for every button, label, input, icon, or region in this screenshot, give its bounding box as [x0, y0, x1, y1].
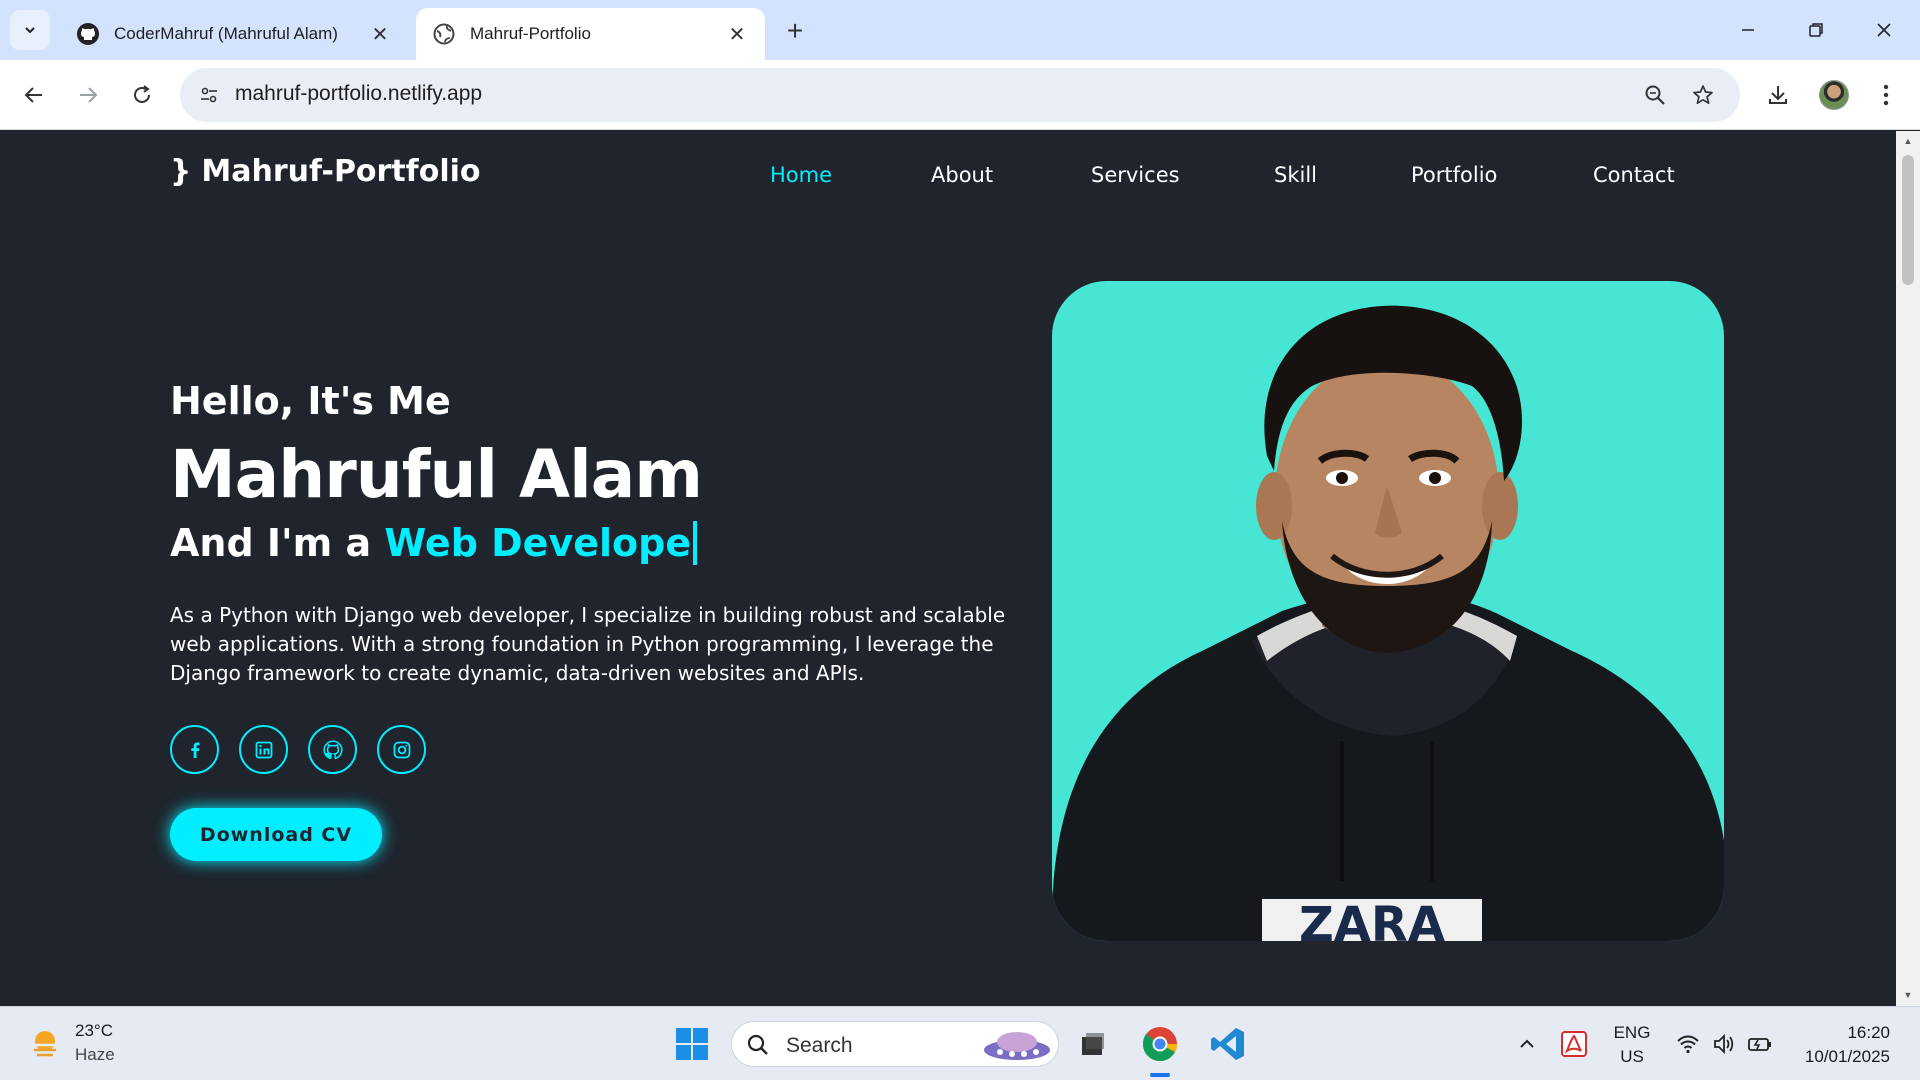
- haze-sun-icon: [32, 1031, 58, 1057]
- nav-about[interactable]: About: [931, 163, 993, 187]
- profile-avatar[interactable]: [1814, 75, 1854, 115]
- role-typed-text: Web Develope: [384, 521, 698, 565]
- hero-role: And I'm a Web Develope: [170, 521, 698, 565]
- weather-desc: Haze: [75, 1045, 115, 1064]
- download-icon[interactable]: [1758, 75, 1798, 115]
- taskbar-search[interactable]: Search: [731, 1021, 1059, 1067]
- hero-description: As a Python with Django web developer, I…: [170, 603, 1006, 685]
- lang-top[interactable]: ENG: [1612, 1023, 1652, 1043]
- search-icon: [747, 1034, 768, 1055]
- new-tab-button[interactable]: +: [778, 14, 812, 48]
- profile-photo: ZARA: [1052, 281, 1724, 941]
- back-icon[interactable]: [14, 75, 54, 115]
- nav-contact[interactable]: Contact: [1593, 163, 1675, 187]
- nav-home[interactable]: Home: [770, 163, 832, 187]
- shirt-logo: ZARA: [1299, 897, 1445, 941]
- start-windows-icon[interactable]: [670, 1022, 714, 1066]
- task-view-icon[interactable]: [1070, 1022, 1114, 1066]
- vscode-taskbar-icon[interactable]: [1206, 1022, 1250, 1066]
- close-icon[interactable]: ✕: [725, 22, 749, 46]
- search-label: Search: [786, 1034, 853, 1057]
- globe-icon: [432, 22, 456, 46]
- tab-title: Mahruf-Portfolio: [470, 24, 591, 43]
- forward-icon[interactable]: [68, 75, 108, 115]
- avatar: [1819, 80, 1849, 110]
- reload-icon[interactable]: [122, 75, 162, 115]
- minimize-icon[interactable]: [1726, 10, 1770, 50]
- github-icon: [76, 22, 100, 46]
- hero-greeting: Hello, It's Me: [170, 379, 451, 423]
- portfolio-page: } Mahruf-Portfolio Home About Services Sk…: [0, 131, 1896, 1006]
- close-icon[interactable]: ✕: [368, 22, 392, 46]
- chrome-taskbar-icon[interactable]: [1138, 1022, 1182, 1066]
- site-logo[interactable]: } Mahruf-Portfolio: [170, 154, 481, 189]
- clock-time[interactable]: 16:20: [1800, 1023, 1890, 1043]
- logo-text: Mahruf-Portfolio: [201, 154, 481, 189]
- zoom-icon[interactable]: [1640, 80, 1670, 110]
- browser-toolbar: mahruf-portfolio.netlify.app: [0, 60, 1920, 130]
- url-text: mahruf-portfolio.netlify.app: [235, 82, 483, 105]
- nav-skill[interactable]: Skill: [1274, 163, 1317, 187]
- battery-icon[interactable]: [1738, 1022, 1782, 1066]
- scroll-up-icon[interactable]: ▲: [1902, 135, 1914, 147]
- tab-title: CoderMahruf (Mahruful Alam): [114, 24, 338, 43]
- lang-bottom[interactable]: US: [1612, 1047, 1652, 1067]
- download-cv-button[interactable]: Download CV: [170, 808, 382, 861]
- chevron-down-icon: [25, 27, 35, 34]
- menu-kebab-icon[interactable]: [1866, 75, 1906, 115]
- browser-tab-bar: CoderMahruf (Mahruful Alam) ✕ Mahruf-Por…: [0, 0, 1920, 60]
- tab-search-button[interactable]: [10, 10, 50, 50]
- scrollbar-thumb[interactable]: [1902, 155, 1914, 285]
- address-bar[interactable]: mahruf-portfolio.netlify.app: [180, 68, 1740, 122]
- windows-taskbar: 23°C Haze Search ENG US 16:20 10/01/2025: [0, 1006, 1920, 1080]
- site-settings-icon[interactable]: [194, 80, 224, 110]
- role-prefix: And I'm a: [170, 521, 372, 565]
- facebook-icon[interactable]: [170, 725, 219, 774]
- nav-portfolio[interactable]: Portfolio: [1411, 163, 1497, 187]
- linkedin-icon[interactable]: [239, 725, 288, 774]
- close-window-icon[interactable]: [1862, 10, 1906, 50]
- instagram-icon[interactable]: [377, 725, 426, 774]
- tab-github[interactable]: CoderMahruf (Mahruful Alam) ✕: [60, 8, 408, 60]
- page-scrollbar[interactable]: ▲ ▼: [1896, 131, 1920, 1006]
- bookmark-star-icon[interactable]: [1688, 80, 1718, 110]
- scroll-down-icon[interactable]: ▼: [1902, 989, 1914, 1001]
- search-highlight-art: [984, 1032, 1050, 1060]
- chrome-active-indicator: [1150, 1073, 1170, 1077]
- logo-brace: }: [170, 154, 192, 189]
- hero-name: Mahruful Alam: [170, 436, 703, 513]
- clock-date[interactable]: 10/01/2025: [1780, 1047, 1890, 1067]
- github-icon[interactable]: [308, 725, 357, 774]
- portrait-illustration: ZARA: [1052, 305, 1724, 941]
- weather-temp: 23°C: [75, 1021, 113, 1040]
- nav-services[interactable]: Services: [1091, 163, 1180, 187]
- restore-icon[interactable]: [1794, 10, 1838, 50]
- acrobat-tray-icon[interactable]: [1552, 1022, 1596, 1066]
- chevron-up-icon[interactable]: [1505, 1022, 1549, 1066]
- tab-portfolio[interactable]: Mahruf-Portfolio ✕: [416, 8, 765, 60]
